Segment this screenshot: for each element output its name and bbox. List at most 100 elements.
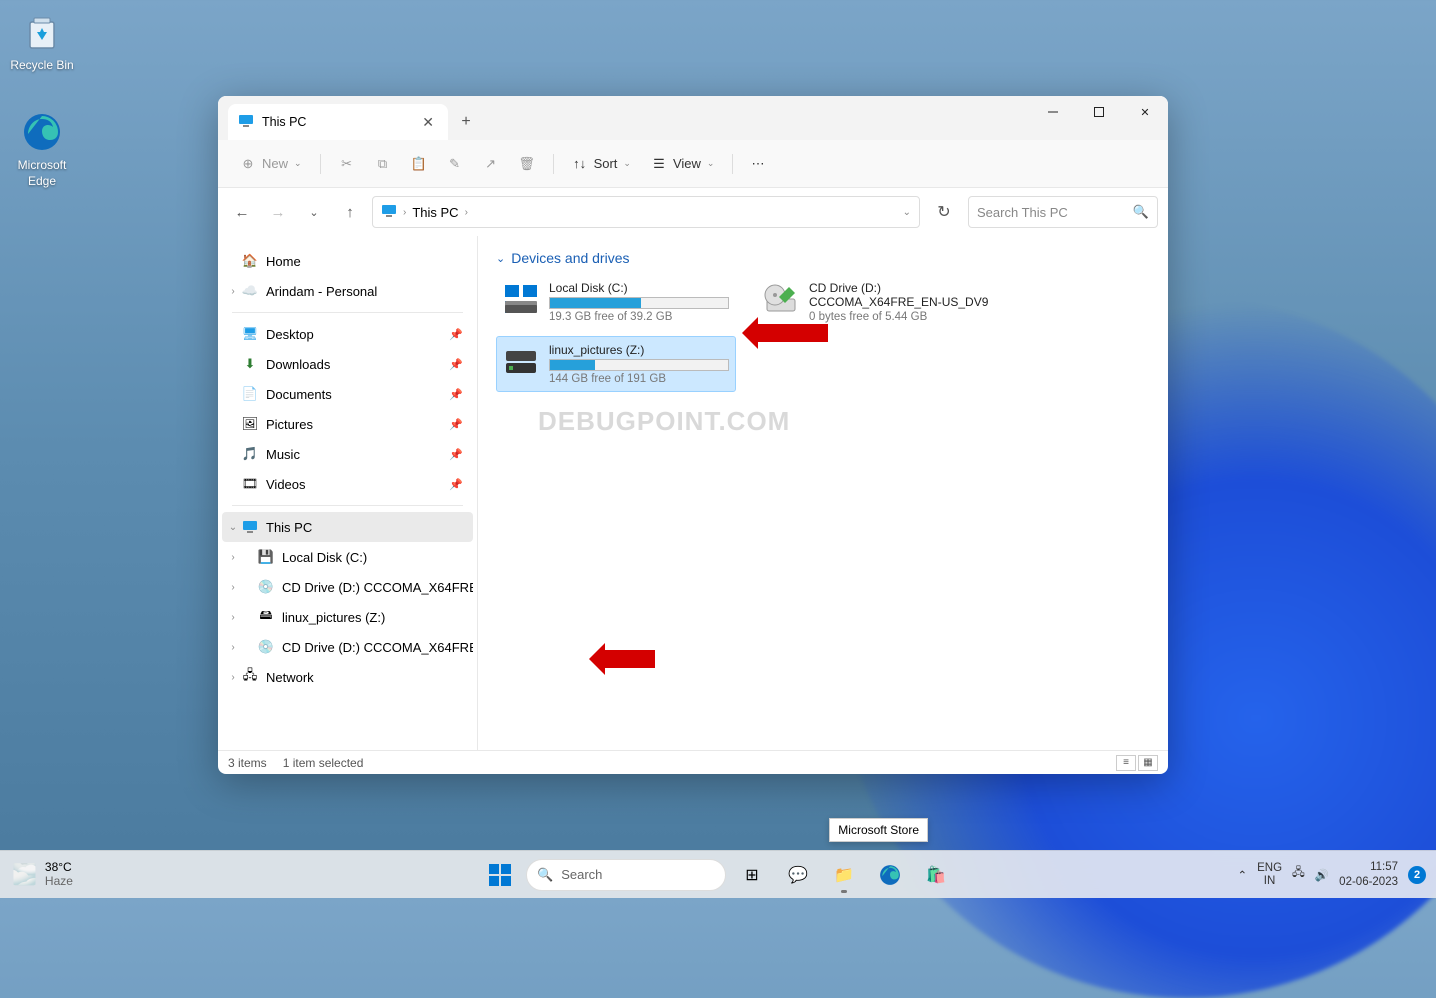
drive-free: 144 GB free of 191 GB (549, 373, 729, 385)
clipboard-icon: 📋 (411, 156, 427, 172)
breadcrumb[interactable]: › This PC › ⌄ (372, 196, 920, 228)
search-placeholder: Search This PC (977, 205, 1068, 220)
details-view-button[interactable]: ≡ (1116, 755, 1136, 771)
nav-desktop[interactable]: 🖥Desktop📌 (222, 319, 473, 349)
nav-cd-drive-2[interactable]: ›💿CD Drive (D:) CCCOMA_X64FRE_EN-US_D (222, 632, 473, 662)
share-icon: ↗ (483, 156, 499, 172)
chevron-down-icon: ⌄ (496, 252, 505, 265)
cut-button: ✂ (331, 148, 363, 180)
maximize-button[interactable] (1076, 96, 1122, 128)
more-button[interactable]: ⋯ (743, 148, 772, 180)
new-button[interactable]: ⊕New⌄ (232, 148, 310, 180)
video-icon: 🎞 (242, 476, 258, 492)
drive-item[interactable]: Local Disk (C:)19.3 GB free of 39.2 GB (496, 274, 736, 330)
desktop-icon-edge[interactable]: Microsoft Edge (4, 110, 80, 189)
pin-icon: 📌 (449, 328, 463, 341)
desktop-icon: 🖥 (242, 326, 258, 342)
chevron-right-icon[interactable]: › (226, 286, 240, 297)
cloud-icon: ☁️ (242, 283, 258, 299)
task-view-button[interactable]: ⊞ (732, 855, 772, 895)
share-button: ↗ (475, 148, 507, 180)
nav-cd-drive-1[interactable]: ›💿CD Drive (D:) CCCOMA_X64FRE_EN-US_ (222, 572, 473, 602)
file-explorer-window: This PC ✕ + ✕ ⊕New⌄ ✂ ⧉ 📋 ✎ ↗ 🗑 ↑↓Sort⌄ … (218, 96, 1168, 774)
nav-pictures[interactable]: 🖼Pictures📌 (222, 409, 473, 439)
tab-close-icon[interactable]: ✕ (418, 112, 438, 133)
rename-button: ✎ (439, 148, 471, 180)
content-pane: ⌄Devices and drives Local Disk (C:)19.3 … (478, 236, 1168, 750)
nav-linux-pictures[interactable]: ›🖴linux_pictures (Z:) (222, 602, 473, 632)
network-tray-icon[interactable]: 🖧 (1292, 865, 1305, 884)
drive-free: 0 bytes free of 5.44 GB (809, 311, 989, 323)
search-box[interactable]: Search This PC 🔍 (968, 196, 1158, 228)
drive-icon: 💾 (258, 549, 274, 565)
nav-this-pc[interactable]: ⌄This PC (222, 512, 473, 542)
network-icon: 🖧 (242, 669, 258, 685)
refresh-button[interactable]: ↻ (928, 196, 960, 228)
drive-item[interactable]: linux_pictures (Z:)144 GB free of 191 GB (496, 336, 736, 392)
nav-pane: 🏠Home ›☁️Arindam - Personal 🖥Desktop📌 ⬇D… (218, 236, 478, 750)
taskbar-explorer[interactable]: 📁 (824, 855, 864, 895)
plus-circle-icon: ⊕ (240, 156, 256, 172)
recent-dropdown[interactable]: ⌄ (300, 198, 328, 226)
nav-home[interactable]: 🏠Home (222, 246, 473, 276)
notification-badge[interactable]: 2 (1408, 866, 1426, 884)
chevron-right-icon[interactable]: › (226, 612, 240, 623)
tray-chevron-icon[interactable]: ⌃ (1237, 868, 1247, 882)
nav-documents[interactable]: 📄Documents📌 (222, 379, 473, 409)
chevron-right-icon[interactable]: › (226, 582, 240, 593)
home-icon: 🏠 (242, 253, 258, 269)
nav-videos[interactable]: 🎞Videos📌 (222, 469, 473, 499)
pin-icon: 📌 (449, 358, 463, 371)
start-button[interactable] (480, 855, 520, 895)
desktop-icon-label: Recycle Bin (4, 58, 80, 74)
view-button[interactable]: ☰View⌄ (643, 148, 723, 180)
chevron-down-icon[interactable]: ⌄ (903, 207, 911, 218)
forward-button[interactable]: → (264, 198, 292, 226)
pin-icon: 📌 (449, 478, 463, 491)
scissors-icon: ✂ (339, 156, 355, 172)
nav-downloads[interactable]: ⬇Downloads📌 (222, 349, 473, 379)
drive-icon (503, 281, 539, 317)
chevron-right-icon[interactable]: › (226, 642, 240, 653)
new-tab-button[interactable]: + (448, 104, 484, 140)
chevron-right-icon[interactable]: › (226, 552, 240, 563)
tiles-view-button[interactable]: ▦ (1138, 755, 1158, 771)
status-bar: 3 items 1 item selected ≡ ▦ (218, 750, 1168, 774)
pin-icon: 📌 (449, 418, 463, 431)
up-button[interactable]: ↑ (336, 198, 364, 226)
cd-icon: 💿 (258, 639, 274, 655)
trash-icon: 🗑 (519, 156, 535, 172)
group-header[interactable]: ⌄Devices and drives (496, 250, 1150, 266)
taskbar-store[interactable]: 🛍️ (916, 855, 956, 895)
copy-button: ⧉ (367, 148, 399, 180)
taskbar-weather[interactable]: 🌫️ 38°C Haze (12, 861, 73, 889)
minimize-button[interactable] (1030, 96, 1076, 128)
taskbar-search[interactable]: 🔍Search (526, 859, 726, 891)
address-bar-row: ← → ⌄ ↑ › This PC › ⌄ ↻ Search This PC 🔍 (218, 188, 1168, 236)
desktop-icon-label: Microsoft Edge (4, 158, 80, 189)
chat-button[interactable]: 💬 (778, 855, 818, 895)
nav-local-disk[interactable]: ›💾Local Disk (C:) (222, 542, 473, 572)
nav-onedrive[interactable]: ›☁️Arindam - Personal (222, 276, 473, 306)
nav-music[interactable]: 🎵Music📌 (222, 439, 473, 469)
search-icon: 🔍 (537, 867, 553, 883)
sort-button[interactable]: ↑↓Sort⌄ (564, 148, 639, 180)
close-button[interactable]: ✕ (1122, 96, 1168, 128)
drive-icon (763, 281, 799, 317)
taskbar-edge[interactable] (870, 855, 910, 895)
desktop-icon-recycle-bin[interactable]: Recycle Bin (4, 10, 80, 74)
taskbar-clock[interactable]: 11:57 02-06-2023 (1339, 860, 1398, 889)
tab-this-pc[interactable]: This PC ✕ (228, 104, 448, 140)
dots-icon: ⋯ (751, 156, 764, 172)
back-button[interactable]: ← (228, 198, 256, 226)
chevron-right-icon[interactable]: › (226, 672, 240, 683)
music-icon: 🎵 (242, 446, 258, 462)
drive-item[interactable]: CD Drive (D:) CCCOMA_X64FRE_EN-US_DV90 b… (756, 274, 996, 330)
breadcrumb-segment[interactable]: This PC (412, 205, 458, 220)
nav-network[interactable]: ›🖧Network (222, 662, 473, 692)
weather-temp: 38°C (45, 861, 73, 875)
weather-icon: 🌫️ (12, 862, 37, 887)
chevron-down-icon[interactable]: ⌄ (226, 522, 240, 533)
network-drive-icon: 🖴 (258, 609, 274, 625)
volume-tray-icon[interactable]: 🔊 (1315, 868, 1329, 882)
